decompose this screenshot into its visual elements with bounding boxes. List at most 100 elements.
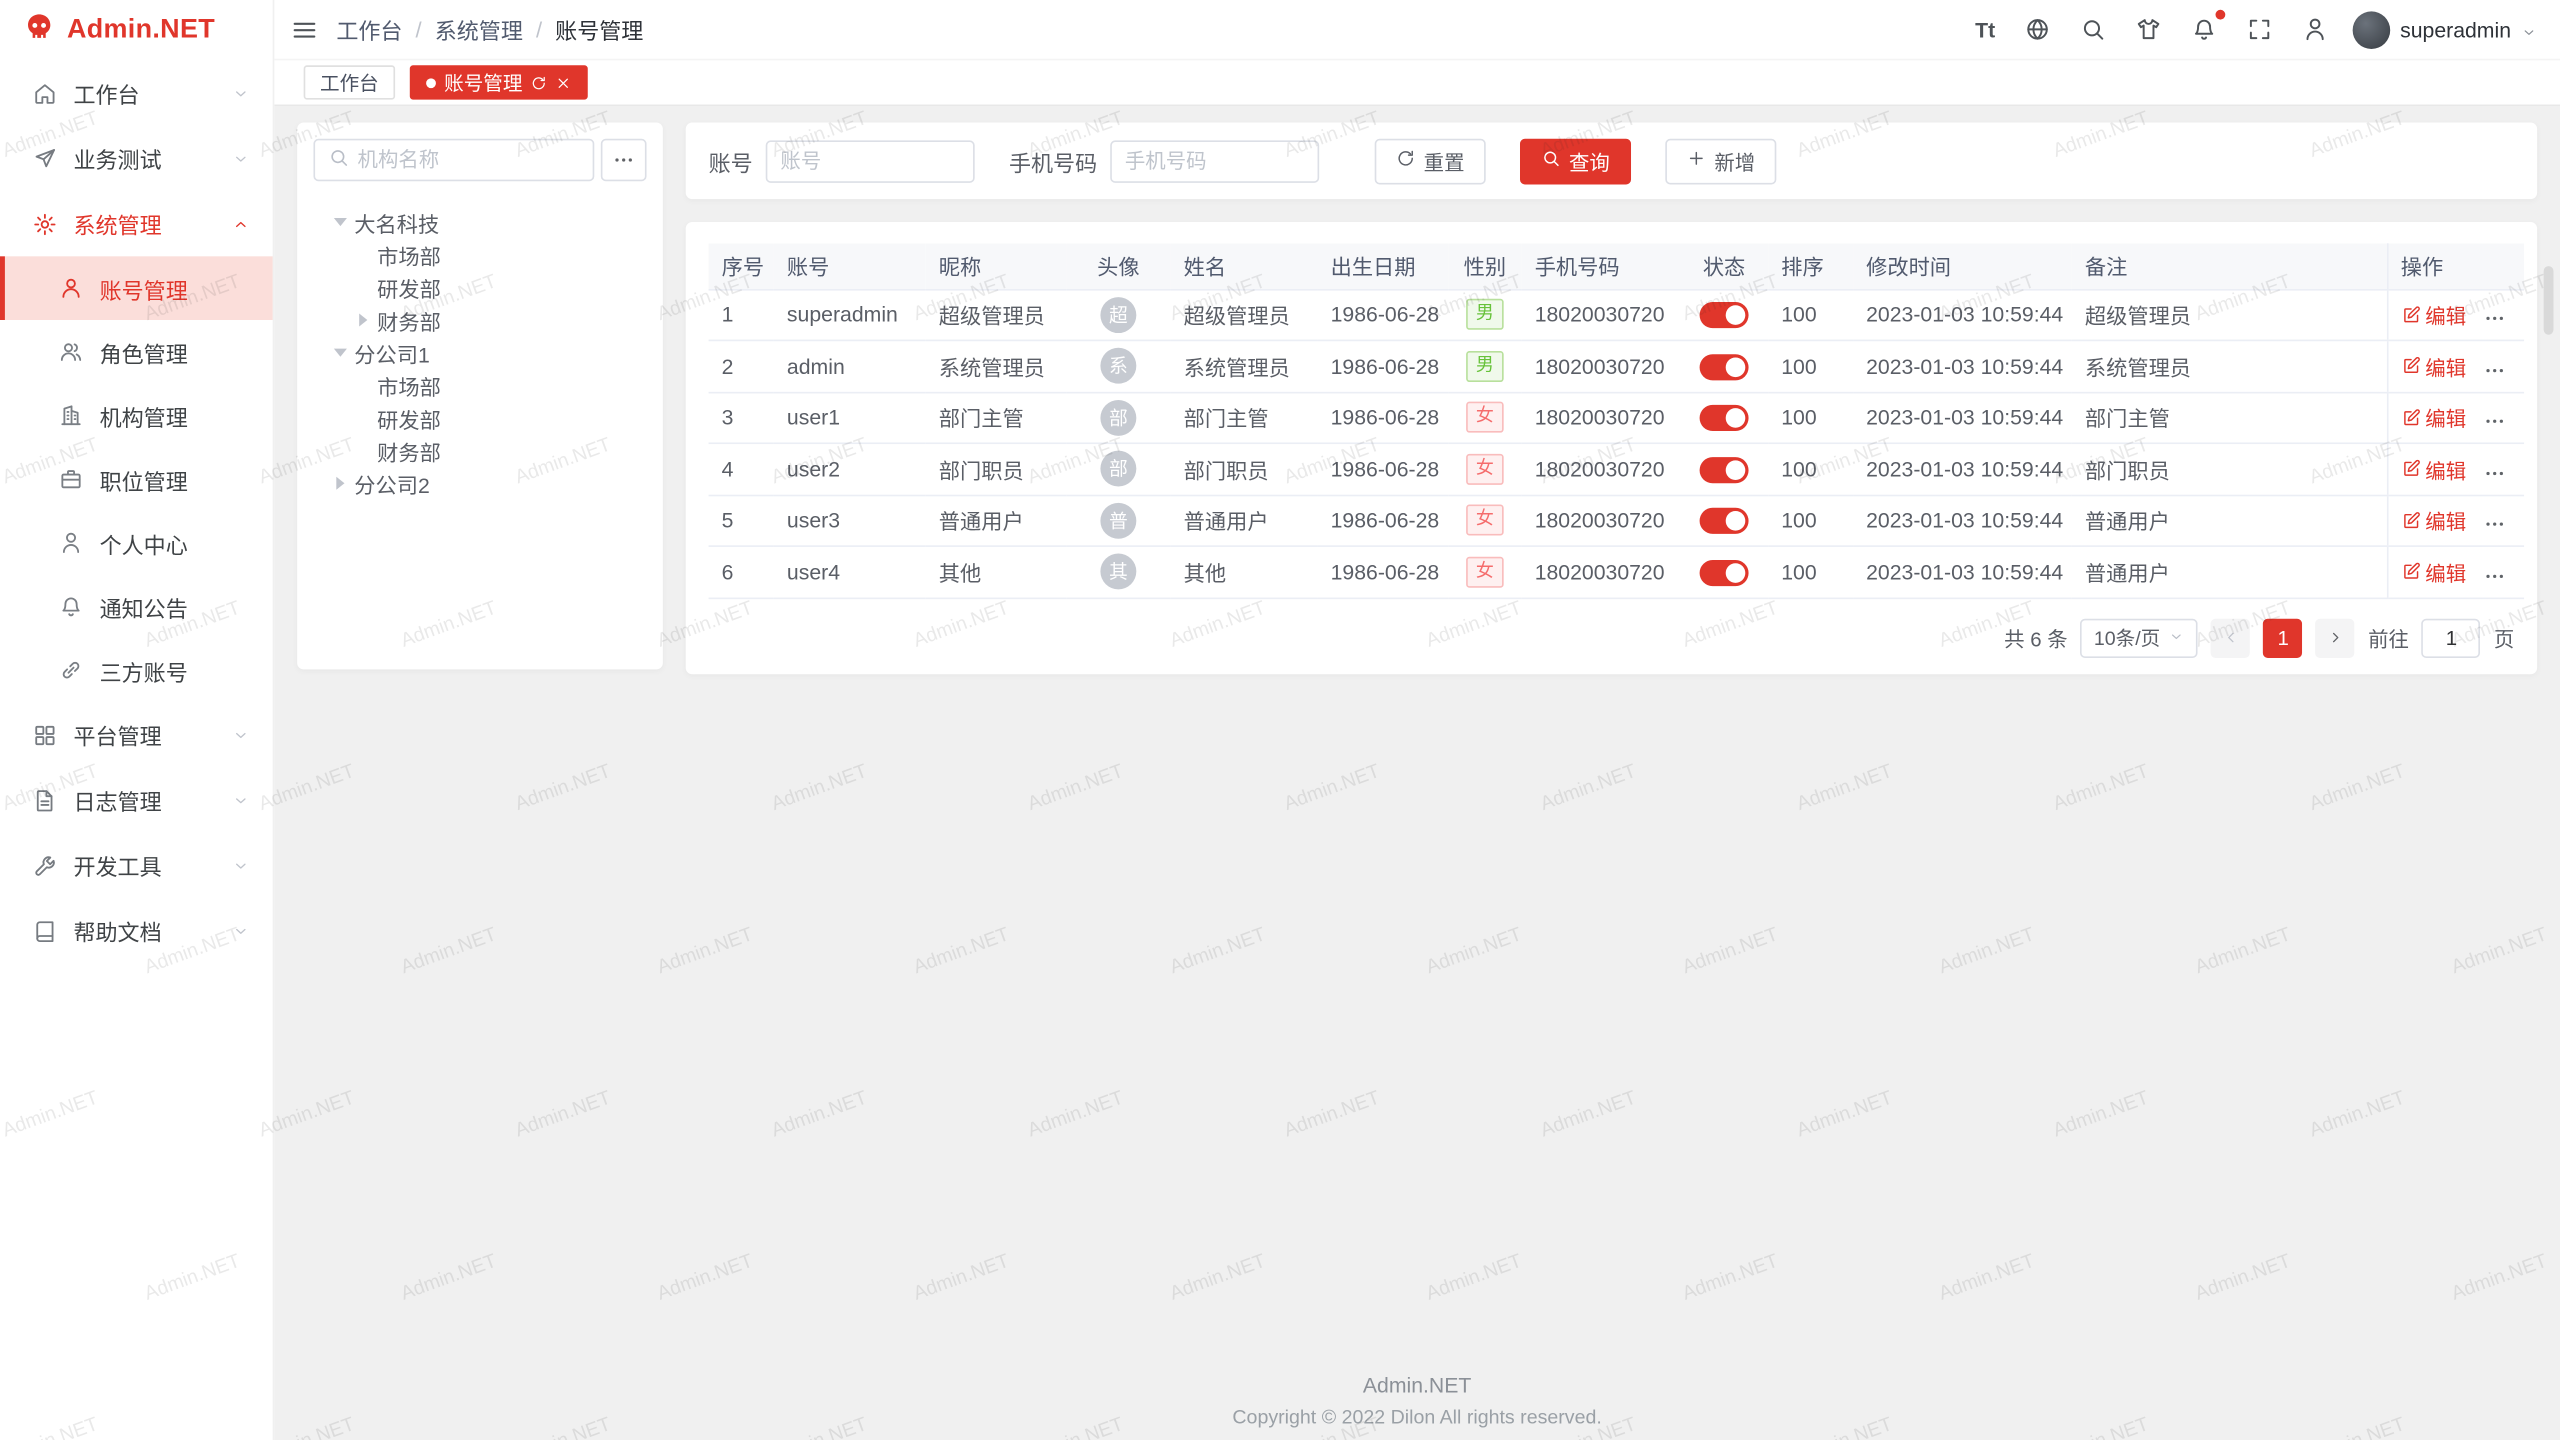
breadcrumb-item[interactable]: 工作台 [336, 13, 402, 46]
tree-node[interactable]: 大名科技 [313, 206, 646, 239]
sidebar-item-5[interactable]: 日志管理 [0, 767, 273, 832]
more-actions-button[interactable] [2482, 462, 2505, 485]
status-toggle[interactable] [1700, 302, 1749, 328]
header-font-size-icon[interactable]: Tt [1975, 16, 1995, 44]
footer-title: Admin.NET [274, 1373, 2560, 1397]
tree-node[interactable]: 财务部 [313, 304, 646, 337]
tree-node[interactable]: 财务部 [313, 434, 646, 467]
scrollbar-thumb[interactable] [2544, 266, 2554, 335]
more-actions-button[interactable] [2482, 359, 2505, 382]
sidebar-item-6[interactable]: 开发工具 [0, 833, 273, 898]
tab-close-icon[interactable] [555, 74, 571, 90]
sidebar-subitem-7[interactable]: 三方账号 [0, 638, 273, 702]
header-fullscreen-icon[interactable] [2245, 16, 2273, 44]
sidebar-item-3[interactable]: 系统管理 [0, 191, 273, 256]
ellipsis-icon [2482, 410, 2505, 433]
document-icon [33, 788, 57, 812]
cell-nickname: 超级管理员 [926, 289, 1066, 340]
sidebar-item-7[interactable]: 帮助文档 [0, 898, 273, 963]
column-header-4: 头像 [1066, 243, 1170, 289]
tab-2[interactable]: 账号管理 [410, 65, 588, 99]
logo[interactable]: Admin.NET [0, 0, 273, 60]
sidebar-item-4[interactable]: 平台管理 [0, 702, 273, 767]
avatar: 超 [1100, 297, 1136, 333]
cell-avatar: 其 [1066, 546, 1170, 597]
sidebar-item-1[interactable]: 工作台 [0, 60, 273, 125]
more-actions-button[interactable] [2482, 307, 2505, 330]
add-button[interactable]: 新增 [1665, 138, 1776, 184]
page-size-select[interactable]: 10条/页 [2081, 618, 2199, 657]
org-more-button[interactable] [601, 139, 647, 181]
tree-node[interactable]: 市场部 [313, 238, 646, 271]
tree-node[interactable]: 研发部 [313, 402, 646, 435]
header-notification-bell-icon[interactable] [2189, 16, 2217, 44]
tab-1[interactable]: 工作台 [304, 65, 395, 99]
sidebar-subitem-6[interactable]: 通知公告 [0, 575, 273, 639]
header-search-icon[interactable] [2078, 16, 2106, 44]
cell-index: 4 [709, 443, 774, 494]
more-actions-button[interactable] [2482, 410, 2505, 433]
cell-modified-time: 2023-01-03 10:59:44 [1853, 495, 2072, 546]
building-icon [59, 403, 83, 427]
status-toggle[interactable] [1700, 354, 1749, 380]
edit-button[interactable]: 编辑 [2401, 453, 2466, 484]
more-actions-button[interactable] [2482, 513, 2505, 536]
edit-button[interactable]: 编辑 [2401, 351, 2466, 382]
content-columns: 大名科技市场部研发部财务部分公司1市场部研发部财务部分公司2 账号 手机号码 重… [297, 122, 2537, 673]
tree-node[interactable]: 研发部 [313, 271, 646, 304]
reset-button[interactable]: 重置 [1375, 138, 1486, 184]
hamburger-menu-icon[interactable] [291, 16, 319, 44]
goto-page-input[interactable] [2422, 618, 2481, 657]
sidebar-subitem-3[interactable]: 机构管理 [0, 384, 273, 448]
header-theme-icon[interactable] [2134, 16, 2162, 44]
sidebar-subitem-2[interactable]: 角色管理 [0, 320, 273, 384]
prev-page-button[interactable] [2211, 618, 2250, 657]
status-toggle[interactable] [1700, 508, 1749, 534]
column-header-10: 排序 [1768, 243, 1853, 289]
header-language-icon[interactable] [2023, 16, 2051, 44]
edit-button[interactable]: 编辑 [2401, 556, 2466, 587]
user-avatar[interactable] [2353, 11, 2391, 49]
sidebar-subitem-1[interactable]: 账号管理 [0, 256, 273, 320]
user-menu[interactable]: superadmin [2353, 11, 2537, 49]
phone-filter-input[interactable] [1110, 140, 1319, 182]
briefcase-icon [59, 467, 83, 491]
edit-button-label: 编辑 [2425, 402, 2466, 433]
edit-button[interactable]: 编辑 [2401, 402, 2466, 433]
search-button[interactable]: 查询 [1520, 138, 1631, 184]
tree-node[interactable]: 分公司2 [313, 467, 646, 500]
cell-status [1680, 340, 1768, 391]
tree-node[interactable]: 分公司1 [313, 336, 646, 369]
cell-name: 普通用户 [1171, 495, 1318, 546]
sidebar-subitem-label: 职位管理 [100, 463, 188, 496]
edit-button[interactable]: 编辑 [2401, 299, 2466, 330]
more-actions-button[interactable] [2482, 565, 2505, 588]
status-toggle[interactable] [1700, 559, 1749, 585]
next-page-button[interactable] [2316, 618, 2355, 657]
tree-node-label: 财务部 [377, 304, 441, 335]
table-row: 5user3普通用户普普通用户1986-06-28女18020030720100… [709, 495, 2525, 546]
tree-node[interactable]: 市场部 [313, 369, 646, 402]
org-search-input[interactable] [358, 149, 580, 172]
caret-right-icon [359, 313, 377, 326]
tab-refresh-icon[interactable] [531, 74, 547, 90]
status-toggle[interactable] [1700, 405, 1749, 431]
chevron-down-icon [232, 84, 250, 102]
breadcrumb-item[interactable]: 系统管理 [435, 13, 523, 46]
cell-index: 6 [709, 546, 774, 597]
edit-button[interactable]: 编辑 [2401, 505, 2466, 536]
tree-node-label: 大名科技 [354, 207, 439, 238]
sidebar-item-2[interactable]: 业务测试 [0, 126, 273, 191]
chevron-down-icon [232, 726, 250, 744]
sidebar-subitem-5[interactable]: 个人中心 [0, 511, 273, 575]
cell-account: user3 [774, 495, 926, 546]
sidebar-subitem-4[interactable]: 职位管理 [0, 447, 273, 511]
header-profile-icon[interactable] [2301, 16, 2329, 44]
status-toggle[interactable] [1700, 456, 1749, 482]
cell-avatar: 部 [1066, 443, 1170, 494]
table-row: 4user2部门职员部部门职员1986-06-28女18020030720100… [709, 443, 2525, 494]
account-filter-input[interactable] [766, 140, 975, 182]
cell-status [1680, 546, 1768, 597]
page-number-button[interactable]: 1 [2264, 618, 2303, 657]
tree-node-label: 分公司2 [354, 468, 429, 499]
